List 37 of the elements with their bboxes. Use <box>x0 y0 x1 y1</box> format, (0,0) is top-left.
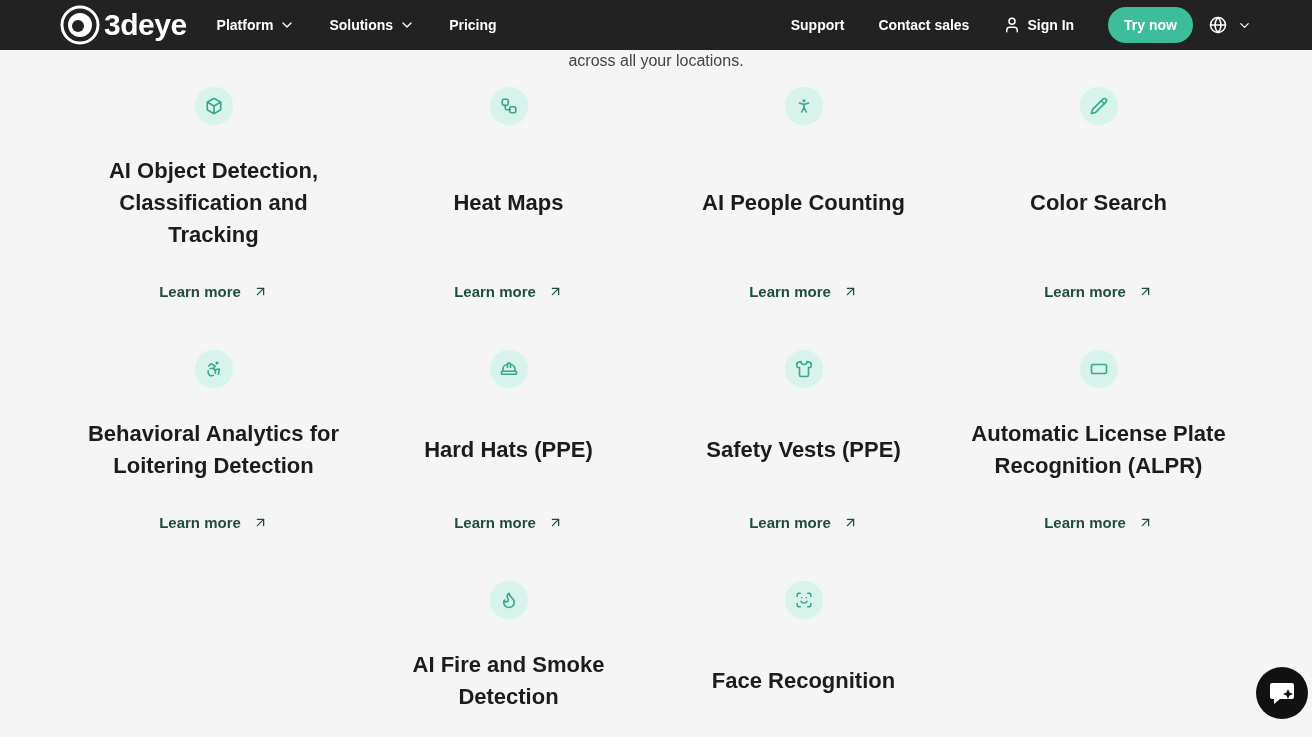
feature-title: Face Recognition <box>710 667 897 695</box>
pencil-icon <box>1089 97 1108 115</box>
feature-title: Safety Vests (PPE) <box>705 436 902 464</box>
logo[interactable]: 3deye <box>60 5 187 45</box>
feature-title: Hard Hats (PPE) <box>423 436 594 464</box>
language-selector[interactable] <box>1209 16 1252 34</box>
sign-in-link[interactable]: Sign In <box>1003 16 1075 34</box>
learn-more-link[interactable]: Learn more <box>454 283 563 300</box>
learn-more-link[interactable]: Learn more <box>159 514 268 531</box>
feature-title: AI Fire and Smoke Detection <box>411 651 606 711</box>
face-scan-icon <box>794 591 813 609</box>
feature-title: Color Search <box>1029 189 1168 217</box>
learn-more-link[interactable]: Learn more <box>749 283 858 300</box>
nodes-icon <box>499 97 518 115</box>
nav-link[interactable]: Support <box>790 17 845 33</box>
feature-title: AI Object Detection, Classification and Tracking <box>107 157 319 249</box>
cube-icon <box>204 97 223 115</box>
learn-more-link[interactable]: Learn more <box>749 514 858 531</box>
intro-text: across all your locations. <box>567 52 745 71</box>
nav-link[interactable]: Platform <box>216 17 296 33</box>
logo-icon <box>60 5 100 45</box>
learn-more-link[interactable]: Learn more <box>1044 514 1153 531</box>
learn-more-link[interactable]: Learn more <box>159 283 268 300</box>
chat-icon <box>1268 680 1296 706</box>
feature-title: AI People Counting <box>701 189 906 217</box>
nav-link[interactable]: Solutions <box>329 17 416 33</box>
globe-icon <box>1209 16 1227 34</box>
learn-more-link[interactable]: Learn more <box>1044 283 1153 300</box>
learn-more-link[interactable]: Learn more <box>454 514 563 531</box>
nav-link[interactable]: Contact sales <box>878 17 970 33</box>
nav-link[interactable]: Pricing <box>449 17 497 33</box>
feature-title: Automatic License Plate Recognition (ALPR) <box>970 420 1227 480</box>
feature-title: Behavioral Analytics for Loitering Detection <box>86 420 340 480</box>
vest-icon <box>794 360 813 378</box>
chat-button[interactable] <box>1256 667 1308 719</box>
hard-hat-icon <box>499 360 518 378</box>
feature-title: Heat Maps <box>452 189 565 217</box>
